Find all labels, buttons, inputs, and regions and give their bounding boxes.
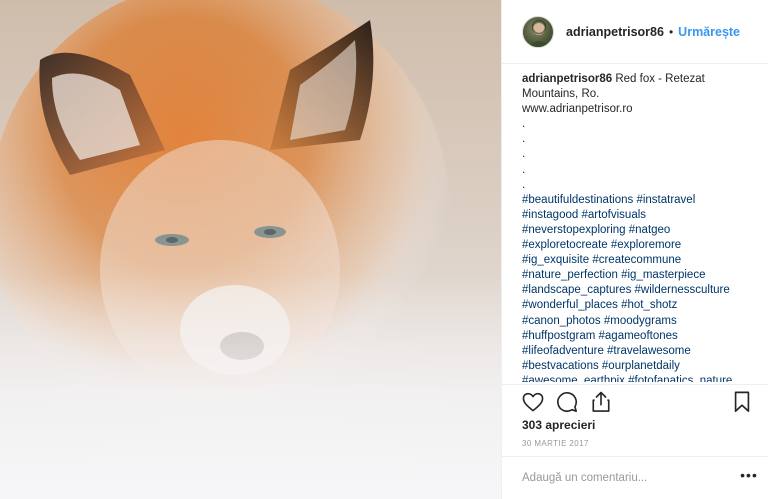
save-button[interactable] — [729, 389, 755, 415]
hashtag-line[interactable]: #huffpostgram #agameoftones — [522, 329, 762, 344]
comment-input[interactable] — [522, 468, 722, 488]
hashtag-line[interactable]: #nature_perfection #ig_masterpiece — [522, 268, 762, 283]
post-photo[interactable] — [0, 0, 501, 499]
header-separator-dot: • — [668, 24, 674, 39]
caption-link[interactable]: www.adrianpetrisor.ro — [522, 102, 762, 117]
caption-dot: . — [522, 118, 526, 131]
caption-dot: . — [522, 148, 526, 161]
hashtag-line[interactable]: #bestvacations #ourplanetdaily — [522, 359, 762, 374]
caption-text-line: Mountains, Ro. — [522, 88, 600, 101]
caption-text-line: Red fox - Retezat — [615, 73, 705, 85]
header-username[interactable]: adrianpetrisor86 — [566, 25, 664, 39]
bookmark-icon — [734, 391, 750, 412]
avatar[interactable] — [522, 15, 554, 48]
likes-count[interactable]: 303 aprecieri — [522, 418, 595, 432]
more-options-button[interactable]: ••• — [739, 468, 759, 488]
post-date[interactable]: 30 MARTIE 2017 — [522, 439, 589, 448]
follow-button[interactable]: Urmărește — [678, 25, 740, 39]
hashtag-line[interactable]: #lifeofadventure #travelawesome — [522, 344, 762, 359]
comment-icon — [557, 392, 578, 412]
hashtag-line[interactable]: #beautifuldestinations #instatravel — [522, 193, 762, 208]
caption-dot: . — [522, 178, 526, 191]
share-icon — [592, 391, 610, 412]
caption-scroll-area[interactable]: adrianpetrisor86 Red fox - Retezat Mount… — [522, 72, 762, 382]
hashtag-line[interactable]: #wonderful_places #hot_shotz — [522, 298, 762, 313]
fox-illustration — [0, 0, 501, 499]
hashtag-line[interactable]: #landscape_captures #wildernessculture — [522, 283, 762, 298]
comment-bar: ••• — [502, 456, 768, 499]
hashtag-line[interactable]: #neverstopexploring #natgeo — [522, 223, 762, 238]
post-header: adrianpetrisor86 • Urmărește — [502, 0, 768, 64]
like-button[interactable] — [520, 389, 546, 415]
caption-first-line: adrianpetrisor86 Red fox - Retezat — [522, 72, 762, 87]
hashtag-line[interactable]: #canon_photos #moodygrams — [522, 314, 762, 329]
caption-dot: . — [522, 133, 526, 146]
post-side-panel: adrianpetrisor86 • Urmărește adrianpetri… — [501, 0, 768, 499]
hashtag-line[interactable]: #instagood #artofvisuals — [522, 208, 762, 223]
comment-button[interactable] — [554, 389, 580, 415]
share-button[interactable] — [588, 389, 614, 415]
action-icons-group — [520, 389, 614, 415]
caption-dot: . — [522, 163, 526, 176]
caption-username[interactable]: adrianpetrisor86 — [522, 73, 612, 85]
heart-icon — [522, 392, 544, 412]
hashtag-line[interactable]: #ig_exquisite #createcommune — [522, 253, 762, 268]
avatar-image — [528, 19, 550, 47]
hashtag-line[interactable]: #awesome_earthpix #fotofanatics_nature — [522, 374, 762, 382]
hashtag-line[interactable]: #exploretocreate #exploremore — [522, 238, 762, 253]
